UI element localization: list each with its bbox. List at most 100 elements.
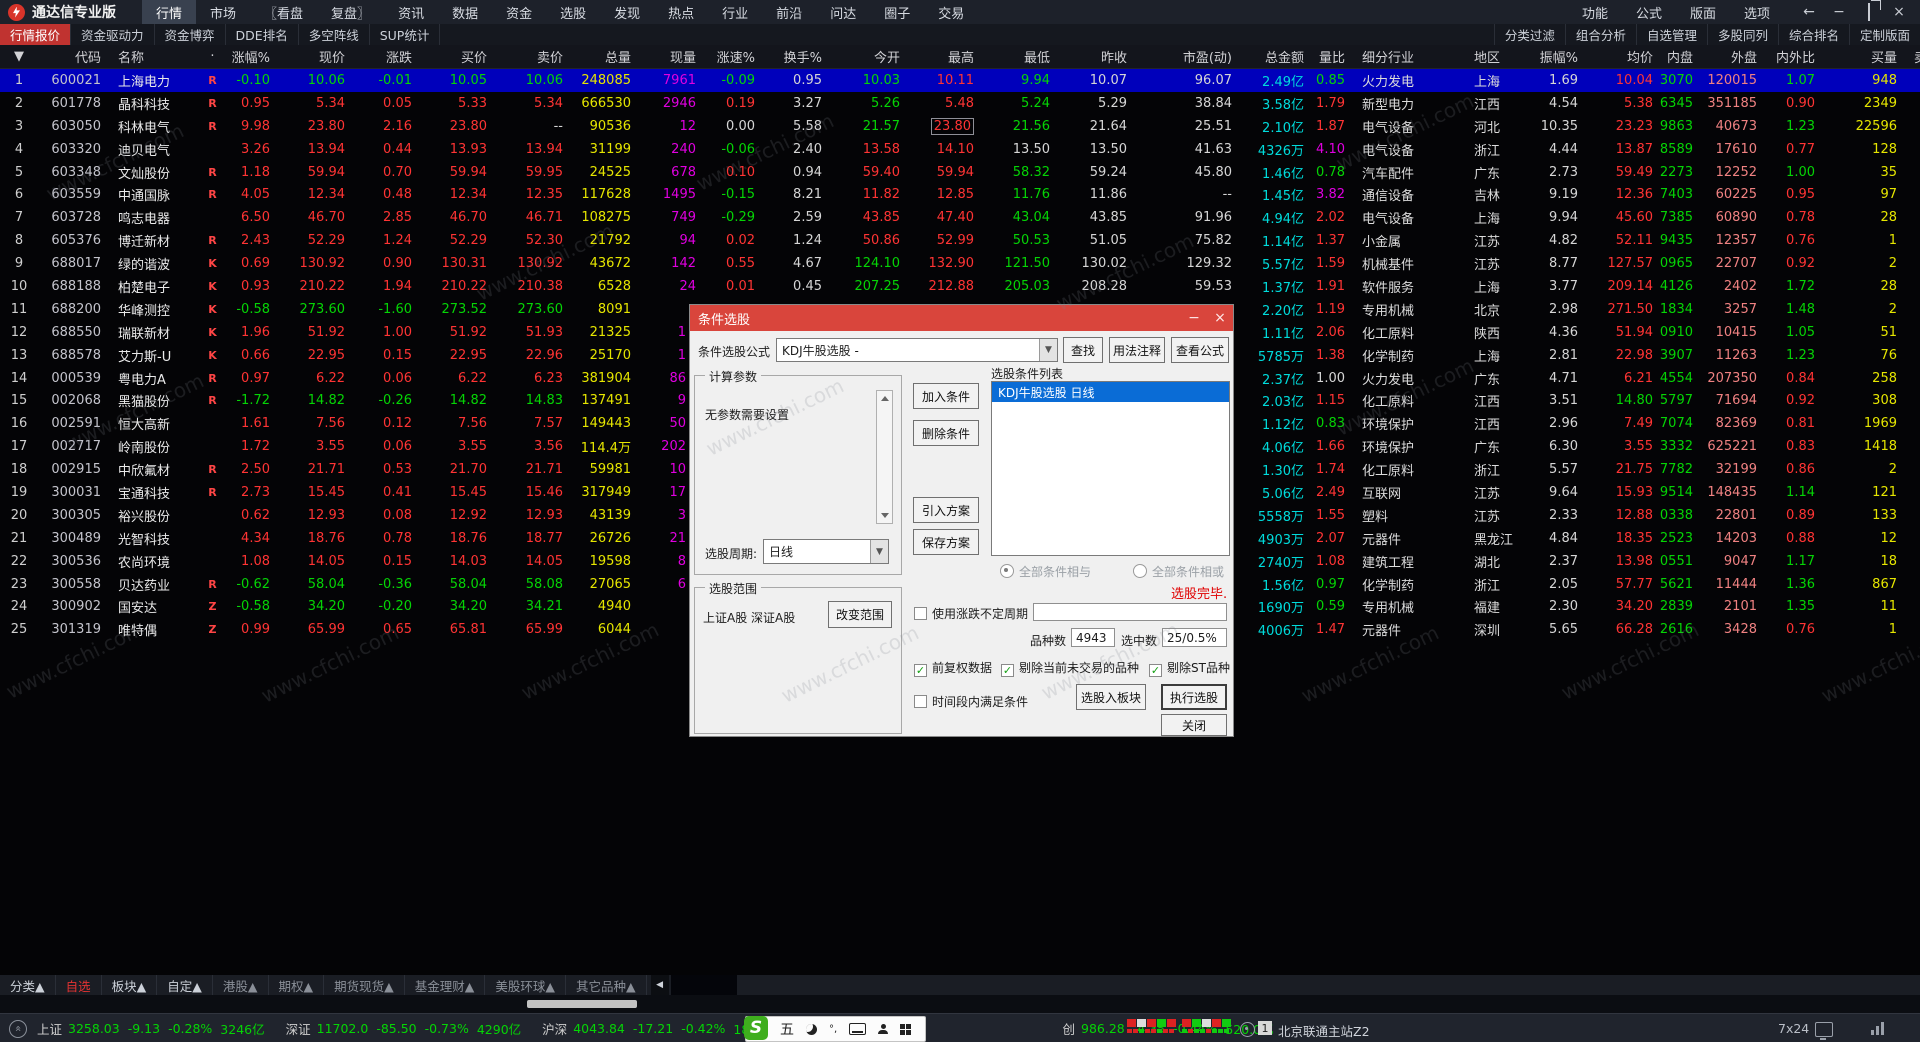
bottom-tab-自选[interactable]: 自选	[56, 975, 102, 995]
column-header-qrr[interactable]: 量比	[1311, 45, 1352, 68]
column-header-idx[interactable]: ▼	[0, 45, 38, 68]
column-header-turn[interactable]: 换手%	[762, 45, 829, 68]
back-icon[interactable]: ←	[1794, 4, 1824, 20]
expand-indices-icon[interactable]: «	[9, 1020, 27, 1038]
column-header-cur[interactable]: 现量	[638, 45, 703, 68]
column-header-buyv[interactable]: 买量	[1822, 45, 1904, 68]
checkbox-updown-period[interactable]: 使用涨跌不定周期	[914, 605, 1028, 622]
column-header-code[interactable]: 代码	[38, 45, 108, 68]
ime-keyboard-icon[interactable]	[849, 1023, 866, 1035]
bottom-tab-期货现货[interactable]: 期货现货▲	[324, 975, 405, 995]
checkbox-remove-untraded[interactable]: ✓剔除当前未交易的品种	[1001, 659, 1139, 677]
minimize-icon[interactable]: −	[1824, 4, 1854, 20]
period-combobox[interactable]: 日线 ▼	[763, 539, 889, 564]
ime-punct[interactable]: °,	[829, 1024, 837, 1035]
table-row[interactable]: 5603348文灿股份R1.1859.940.7059.9459.9524525…	[0, 161, 1920, 184]
formula-combobox[interactable]: KDJ牛股选股 - ▼	[776, 338, 1058, 362]
ime-user-icon[interactable]	[878, 1024, 888, 1034]
column-header-amount[interactable]: 总金额	[1239, 45, 1311, 68]
table-row[interactable]: 2601778晶科科技R0.955.340.055.335.3466653029…	[0, 92, 1920, 115]
column-header-mark[interactable]: ·	[200, 45, 225, 68]
bottom-tab-港股[interactable]: 港股▲	[213, 975, 269, 995]
menu-公式[interactable]: 公式	[1622, 0, 1676, 24]
table-row[interactable]: 8605376博迁新材R2.4352.291.2452.2952.3021792…	[0, 229, 1920, 252]
save-plan-button[interactable]: 保存方案	[913, 529, 979, 555]
column-header-ratio[interactable]: 内外比	[1764, 45, 1822, 68]
import-plan-button[interactable]: 引入方案	[913, 497, 979, 523]
column-header-low[interactable]: 最低	[981, 45, 1057, 68]
tool-多股同列[interactable]: 多股同列	[1707, 24, 1778, 45]
tool-综合排名[interactable]: 综合排名	[1778, 24, 1849, 45]
column-header-avg[interactable]: 均价	[1585, 45, 1660, 68]
table-row[interactable]: 3603050科林电气R9.9823.802.1623.80--90536120…	[0, 115, 1920, 138]
radio-all-and[interactable]: 全部条件相与	[1000, 563, 1091, 580]
chevron-down-icon[interactable]: ▼	[1039, 339, 1057, 361]
bottom-tab-自定[interactable]: 自定▲	[157, 975, 213, 995]
horizontal-scrollbar[interactable]	[0, 995, 1920, 1013]
column-header-chg[interactable]: 涨跌	[352, 45, 419, 68]
dialog-close-icon[interactable]: ×	[1207, 310, 1233, 326]
menu-〖看盘[interactable]: 〖看盘	[250, 0, 317, 24]
bottom-tab-其它品种[interactable]: 其它品种▲	[566, 975, 647, 995]
tab-scroll-track[interactable]	[671, 975, 737, 995]
bottom-tab-期权[interactable]: 期权▲	[269, 975, 325, 995]
change-range-button[interactable]: 改变范围	[828, 601, 892, 628]
column-header-speed[interactable]: 涨速%	[703, 45, 762, 68]
ime-moon-icon[interactable]	[806, 1024, 817, 1035]
column-header-open[interactable]: 今开	[829, 45, 907, 68]
column-header-bid[interactable]: 买价	[419, 45, 494, 68]
usage-note-button[interactable]: 用法注释	[1109, 337, 1165, 363]
menu-选项[interactable]: 选项	[1730, 0, 1784, 24]
toolbar-tab-DDE排名[interactable]: DDE排名	[226, 24, 299, 45]
menu-功能[interactable]: 功能	[1568, 0, 1622, 24]
execute-pick-button[interactable]: 执行选股	[1161, 684, 1227, 710]
column-header-inner[interactable]: 内盘	[1660, 45, 1700, 68]
menu-资讯[interactable]: 资讯	[384, 0, 438, 24]
column-header-pe[interactable]: 市盈(动)	[1134, 45, 1239, 68]
column-header-region[interactable]: 地区	[1464, 45, 1534, 68]
dialog-minimize-icon[interactable]: −	[1181, 310, 1207, 326]
menu-复盘〗[interactable]: 复盘〗	[317, 0, 384, 24]
column-header-industry[interactable]: 细分行业	[1352, 45, 1464, 68]
checkbox-timerange[interactable]: 时间段内满足条件	[914, 693, 1028, 710]
menu-发现[interactable]: 发现	[600, 0, 654, 24]
chevron-down-icon[interactable]: ▼	[870, 540, 888, 563]
scrollbar-thumb[interactable]	[527, 1000, 637, 1008]
tool-分类过滤[interactable]: 分类过滤	[1494, 24, 1565, 45]
close-icon[interactable]: ×	[1884, 4, 1914, 20]
menu-行情[interactable]: 行情	[142, 0, 196, 24]
column-header-pct[interactable]: 涨幅%	[225, 45, 277, 68]
column-header-ampl[interactable]: 振幅%	[1534, 45, 1585, 68]
dialog-titlebar[interactable]: 条件选股 − ×	[690, 305, 1233, 331]
menu-交易[interactable]: 交易	[924, 0, 978, 24]
column-header-name[interactable]: 名称	[108, 45, 200, 68]
server-name[interactable]: 北京联通主站Z2	[1278, 1021, 1370, 1040]
menu-选股[interactable]: 选股	[546, 0, 600, 24]
bottom-tab-板块[interactable]: 板块▲	[102, 975, 158, 995]
table-row[interactable]: 9688017绿的谐波K0.69130.920.90130.31130.9243…	[0, 252, 1920, 275]
ime-mode-wubi[interactable]: 五	[780, 1019, 794, 1039]
menu-前沿[interactable]: 前沿	[762, 0, 816, 24]
toolbar-tab-多空阵线[interactable]: 多空阵线	[299, 24, 370, 45]
column-header-more[interactable]: 卖	[1904, 45, 1920, 68]
column-header-high[interactable]: 最高	[907, 45, 981, 68]
menu-资金[interactable]: 资金	[492, 0, 546, 24]
view-formula-button[interactable]: 查看公式	[1171, 337, 1229, 363]
delete-condition-button[interactable]: 删除条件	[913, 420, 979, 446]
toolbar-tab-资金驱动力[interactable]: 资金驱动力	[71, 24, 155, 45]
bottom-tab-美股环球[interactable]: 美股环球▲	[485, 975, 566, 995]
menu-版面[interactable]: 版面	[1676, 0, 1730, 24]
toolbar-tab-SUP统计[interactable]: SUP统计	[370, 24, 441, 45]
checkbox-forward-adjusted[interactable]: ✓前复权数据	[914, 659, 992, 677]
toolbar-tab-行情报价[interactable]: 行情报价	[0, 24, 71, 45]
toolbar-tab-资金博弈[interactable]: 资金博弈	[155, 24, 226, 45]
updown-period-input[interactable]	[1033, 603, 1227, 621]
tool-定制版面[interactable]: 定制版面	[1849, 24, 1920, 45]
column-header-price[interactable]: 现价	[277, 45, 352, 68]
table-row[interactable]: 10688188柏楚电子K0.93210.221.94210.22210.386…	[0, 275, 1920, 298]
menu-市场[interactable]: 市场	[196, 0, 250, 24]
pick-to-block-button[interactable]: 选股入板块	[1076, 684, 1146, 710]
bottom-tab-基金理财[interactable]: 基金理财▲	[405, 975, 486, 995]
menu-热点[interactable]: 热点	[654, 0, 708, 24]
column-header-ask[interactable]: 卖价	[494, 45, 570, 68]
